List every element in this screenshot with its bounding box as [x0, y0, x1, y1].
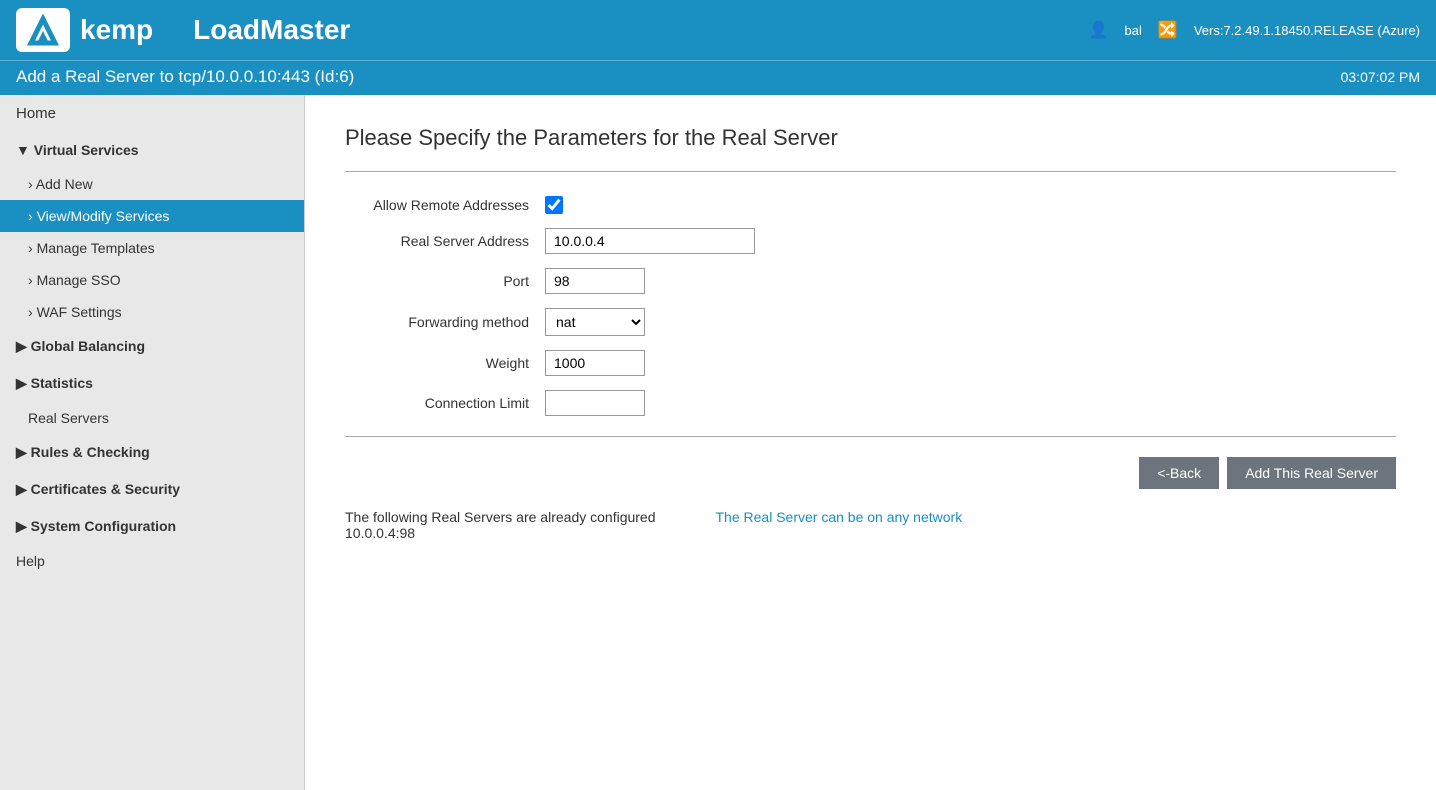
logo-box [16, 8, 70, 52]
forwarding-method-select[interactable]: nat route tunnel masq [545, 308, 645, 336]
forwarding-method-label: Forwarding method [345, 314, 545, 330]
already-configured-label: The following Real Servers are already c… [345, 509, 656, 525]
form-divider-top [345, 171, 1396, 172]
arrow-right-icon-rules: ▶ [16, 444, 31, 460]
weight-input[interactable] [545, 350, 645, 376]
weight-row: Weight [345, 350, 1396, 376]
sidebar-item-global-balancing[interactable]: ▶ Global Balancing [0, 328, 304, 365]
sidebar-item-home[interactable]: Home [0, 95, 304, 132]
page-title: Please Specify the Parameters for the Re… [345, 125, 1396, 151]
sidebar-item-add-new[interactable]: Add New [0, 168, 304, 200]
sidebar-item-view-modify[interactable]: View/Modify Services [0, 200, 304, 232]
forwarding-method-row: Forwarding method nat route tunnel masq [345, 308, 1396, 336]
sidebar-item-system-configuration[interactable]: ▶ System Configuration [0, 508, 304, 545]
arrow-right-icon-stats: ▶ [16, 375, 31, 391]
allow-remote-label: Allow Remote Addresses [345, 197, 545, 213]
layout: Home ▼ Virtual Services Add New View/Mod… [0, 95, 1436, 790]
allow-remote-row: Allow Remote Addresses [345, 196, 1396, 214]
header-time: 03:07:02 PM [1341, 69, 1420, 85]
form-divider-bottom [345, 436, 1396, 437]
port-row: Port [345, 268, 1396, 294]
subtitle-text: Add a Real Server to tcp/10.0.0.10:443 (… [16, 67, 354, 87]
connection-limit-row: Connection Limit [345, 390, 1396, 416]
version-info: Vers:7.2.49.1.18450.RELEASE (Azure) [1194, 23, 1420, 38]
real-server-note: The Real Server can be on any network [716, 509, 963, 541]
back-button[interactable]: <-Back [1139, 457, 1219, 489]
action-row: <-Back Add This Real Server [345, 457, 1396, 489]
info-section: The following Real Servers are already c… [345, 509, 1396, 541]
arrow-right-icon-sys: ▶ [16, 518, 31, 534]
sidebar-item-manage-sso[interactable]: Manage SSO [0, 264, 304, 296]
username: bal [1125, 23, 1142, 38]
sidebar: Home ▼ Virtual Services Add New View/Mod… [0, 95, 305, 790]
app-title: LoadMaster [193, 14, 350, 46]
brand-name: kemp [80, 14, 153, 46]
connection-limit-input[interactable] [545, 390, 645, 416]
real-server-address-label: Real Server Address [345, 233, 545, 249]
connection-limit-label: Connection Limit [345, 395, 545, 411]
server-entry: 10.0.0.4:98 [345, 525, 656, 541]
port-label: Port [345, 273, 545, 289]
arrow-right-icon-certs: ▶ [16, 481, 31, 497]
sidebar-item-waf-settings[interactable]: WAF Settings [0, 296, 304, 328]
header: kemp LoadMaster 👤 bal 🔀 Vers:7.2.49.1.18… [0, 0, 1436, 95]
sidebar-item-certificates-security[interactable]: ▶ Certificates & Security [0, 471, 304, 508]
sidebar-item-rules-checking[interactable]: ▶ Rules & Checking [0, 434, 304, 471]
header-right: 👤 bal 🔀 Vers:7.2.49.1.18450.RELEASE (Azu… [1089, 20, 1420, 40]
form-section: Allow Remote Addresses Real Server Addre… [345, 196, 1396, 416]
main-content: Please Specify the Parameters for the Re… [305, 95, 1436, 790]
nav-icon: 🔀 [1158, 20, 1178, 40]
user-icon: 👤 [1089, 20, 1109, 40]
port-input[interactable] [545, 268, 645, 294]
header-subtitle: Add a Real Server to tcp/10.0.0.10:443 (… [0, 60, 1436, 95]
header-top: kemp LoadMaster 👤 bal 🔀 Vers:7.2.49.1.18… [0, 0, 1436, 60]
kemp-logo-icon [23, 13, 63, 47]
sidebar-item-virtual-services[interactable]: ▼ Virtual Services [0, 132, 304, 168]
weight-label: Weight [345, 355, 545, 371]
add-real-server-button[interactable]: Add This Real Server [1227, 457, 1396, 489]
real-server-address-row: Real Server Address [345, 228, 1396, 254]
real-server-address-input[interactable] [545, 228, 755, 254]
sidebar-item-real-servers[interactable]: Real Servers [0, 402, 304, 434]
sidebar-item-statistics[interactable]: ▶ Statistics [0, 365, 304, 402]
arrow-open-icon: ▼ [16, 142, 34, 158]
already-configured-text: The following Real Servers are already c… [345, 509, 656, 541]
sidebar-item-manage-templates[interactable]: Manage Templates [0, 232, 304, 264]
allow-remote-checkbox[interactable] [545, 196, 563, 214]
arrow-right-icon-gb: ▶ [16, 338, 31, 354]
sidebar-item-help[interactable]: Help [0, 545, 304, 577]
header-logo: kemp LoadMaster [16, 8, 350, 52]
